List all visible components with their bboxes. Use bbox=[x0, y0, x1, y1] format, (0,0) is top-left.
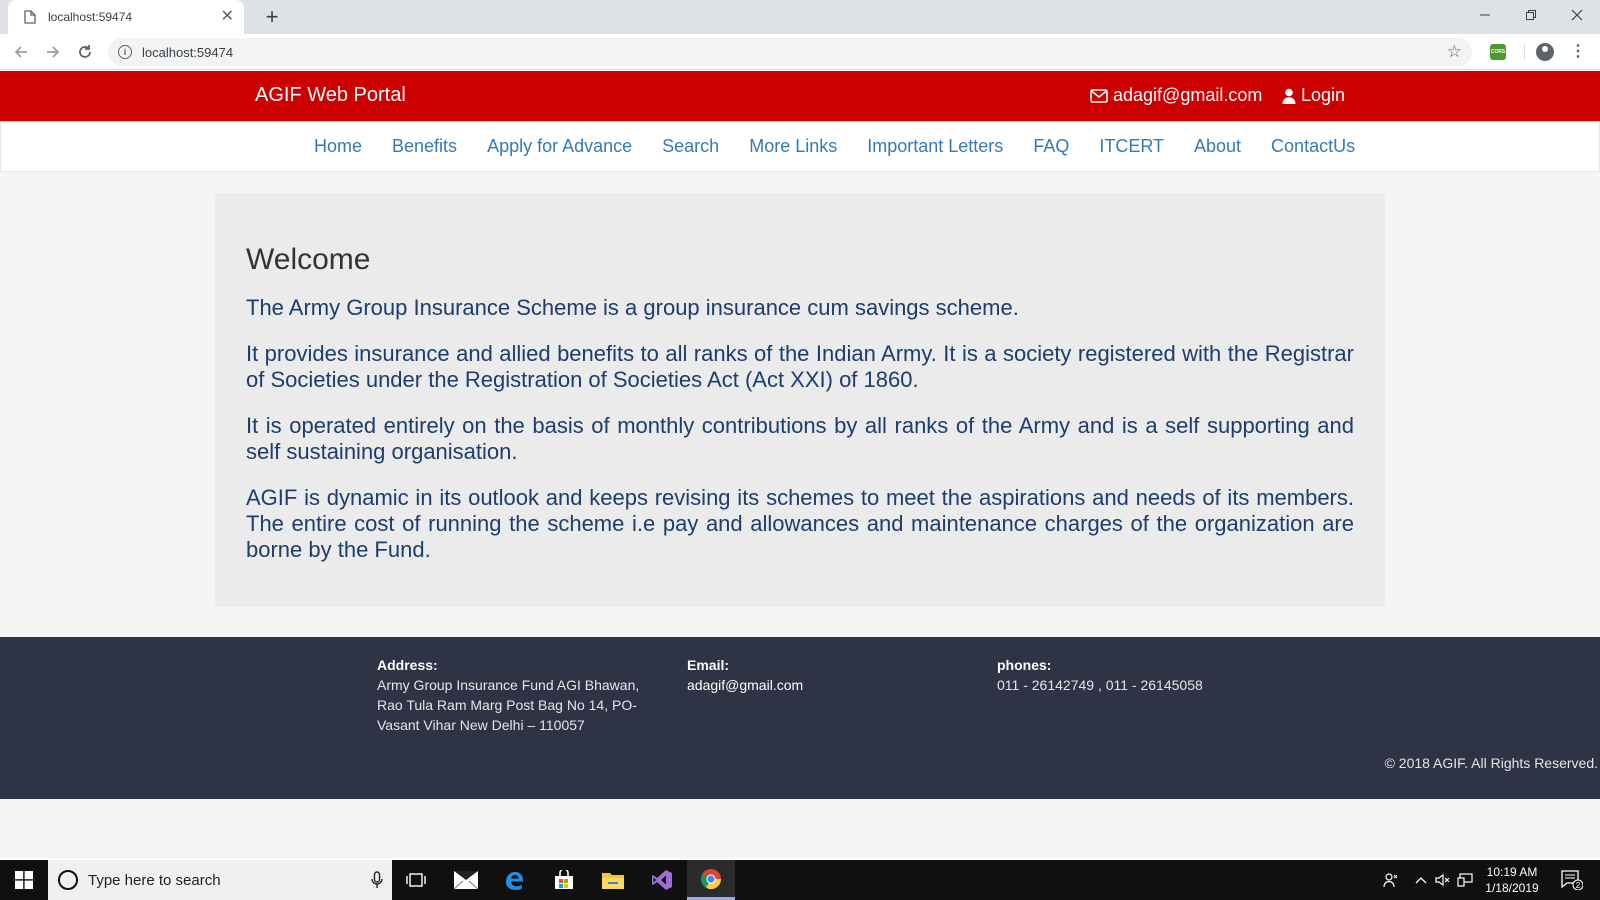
nav-itcert[interactable]: ITCERT bbox=[1084, 136, 1179, 157]
footer-email: Email: adagif@gmail.com bbox=[687, 655, 947, 695]
header-email-link[interactable]: adagif@gmail.com bbox=[1090, 85, 1262, 106]
site-footer: Address: Army Group Insurance Fund AGI B… bbox=[0, 637, 1600, 799]
tab-title: localhost:59474 bbox=[48, 10, 133, 24]
nav-about[interactable]: About bbox=[1179, 136, 1256, 157]
file-explorer-icon[interactable] bbox=[589, 860, 637, 900]
footer-phones-label: phones: bbox=[997, 657, 1052, 673]
new-tab-button[interactable]: + bbox=[260, 4, 284, 30]
envelope-icon bbox=[1090, 88, 1108, 103]
nav-benefits[interactable]: Benefits bbox=[377, 136, 472, 157]
store-icon[interactable] bbox=[540, 860, 588, 900]
windows-taskbar: Type here to search 10:19 AM 1/18/2019 2 bbox=[0, 860, 1600, 900]
footer-address-label: Address: bbox=[377, 657, 438, 673]
toolbar-divider bbox=[1524, 44, 1525, 60]
clock-date: 1/18/2019 bbox=[1485, 881, 1539, 895]
footer-email-link[interactable]: adagif@gmail.com bbox=[687, 675, 947, 695]
action-center-icon[interactable]: 2 bbox=[1554, 860, 1590, 900]
taskbar-clock[interactable]: 10:19 AM 1/18/2019 bbox=[1476, 864, 1548, 896]
reload-icon[interactable] bbox=[72, 40, 98, 64]
footer-phones-text: 011 - 26142749 , 011 - 26145058 bbox=[997, 677, 1203, 693]
clock-time: 10:19 AM bbox=[1486, 865, 1538, 879]
close-window-icon[interactable] bbox=[1554, 0, 1600, 30]
bookmark-star-icon[interactable]: ☆ bbox=[1447, 42, 1462, 62]
nav-important-letters[interactable]: Important Letters bbox=[852, 136, 1018, 157]
outlook-paragraph: AGIF is dynamic in its outlook and keeps… bbox=[246, 485, 1354, 562]
welcome-panel: Welcome The Army Group Insurance Scheme … bbox=[215, 193, 1385, 607]
header-email-text: adagif@gmail.com bbox=[1113, 85, 1263, 105]
chrome-icon[interactable] bbox=[687, 860, 735, 900]
visual-studio-icon[interactable] bbox=[638, 860, 686, 900]
login-text: Login bbox=[1301, 85, 1346, 105]
nav-home[interactable]: Home bbox=[299, 136, 377, 157]
cortana-icon bbox=[58, 870, 78, 890]
browser-toolbar: i localhost:59474 ☆ CORS ⋮ bbox=[0, 34, 1600, 70]
welcome-heading: Welcome bbox=[246, 243, 371, 276]
restore-icon[interactable] bbox=[1508, 0, 1554, 30]
benefits-paragraph: It provides insurance and allied benefit… bbox=[246, 341, 1354, 392]
windows-start-icon[interactable] bbox=[0, 860, 48, 900]
minimize-icon[interactable] bbox=[1462, 0, 1508, 30]
footer-email-label: Email: bbox=[687, 657, 730, 673]
contributions-paragraph: It is operated entirely on the basis of … bbox=[246, 413, 1354, 464]
profile-icon[interactable] bbox=[1536, 43, 1554, 61]
url-text: localhost:59474 bbox=[142, 44, 234, 60]
forward-icon[interactable] bbox=[40, 40, 66, 64]
site-info-icon[interactable]: i bbox=[118, 45, 132, 59]
nav-search[interactable]: Search bbox=[647, 136, 734, 157]
footer-phones: phones: 011 - 26142749 , 011 - 26145058 bbox=[997, 655, 1317, 695]
mail-app-icon[interactable] bbox=[442, 860, 490, 900]
taskbar-search[interactable]: Type here to search bbox=[48, 860, 392, 900]
cors-extension-icon[interactable]: CORS bbox=[1490, 44, 1506, 60]
edge-browser-icon[interactable] bbox=[490, 860, 538, 900]
task-view-icon[interactable] bbox=[392, 860, 440, 900]
show-hidden-icons-chevron-up-icon[interactable] bbox=[1410, 860, 1432, 900]
back-icon[interactable] bbox=[8, 40, 34, 64]
page-bottom-area bbox=[0, 799, 1600, 859]
site-header: AGIF Web Portal adagif@gmail.com Login bbox=[0, 71, 1600, 121]
user-icon bbox=[1282, 88, 1296, 104]
main-nav: Home Benefits Apply for Advance Search M… bbox=[0, 121, 1600, 172]
tab-close-icon[interactable]: ✕ bbox=[221, 9, 234, 25]
notification-count: 2 bbox=[1576, 881, 1581, 890]
browser-tab[interactable]: localhost:59474 ✕ bbox=[8, 0, 244, 34]
browser-tabstrip: localhost:59474 ✕ + bbox=[0, 0, 1600, 34]
site-brand[interactable]: AGIF Web Portal bbox=[255, 84, 406, 107]
intro-paragraph: The Army Group Insurance Scheme is a gro… bbox=[246, 295, 1019, 320]
nav-faq[interactable]: FAQ bbox=[1018, 136, 1084, 157]
network-icon[interactable] bbox=[1454, 860, 1476, 900]
browser-menu-icon[interactable]: ⋮ bbox=[1570, 42, 1586, 62]
page-icon bbox=[22, 9, 38, 25]
volume-muted-icon[interactable] bbox=[1432, 860, 1454, 900]
nav-contactus[interactable]: ContactUs bbox=[1256, 136, 1370, 157]
footer-address-text: Army Group Insurance Fund AGI Bhawan, Ra… bbox=[377, 677, 640, 733]
nav-apply-for-advance[interactable]: Apply for Advance bbox=[472, 136, 647, 157]
login-link[interactable]: Login bbox=[1282, 85, 1345, 106]
address-bar[interactable]: i localhost:59474 ☆ bbox=[108, 38, 1472, 66]
taskbar-search-placeholder: Type here to search bbox=[88, 871, 221, 889]
footer-address: Address: Army Group Insurance Fund AGI B… bbox=[377, 655, 647, 735]
footer-copyright: © 2018 AGIF. All Rights Reserved. bbox=[1384, 755, 1598, 771]
nav-list: Home Benefits Apply for Advance Search M… bbox=[299, 122, 1370, 171]
nav-more-links[interactable]: More Links bbox=[734, 136, 852, 157]
people-icon[interactable] bbox=[1376, 860, 1406, 900]
microphone-icon[interactable] bbox=[362, 860, 392, 900]
